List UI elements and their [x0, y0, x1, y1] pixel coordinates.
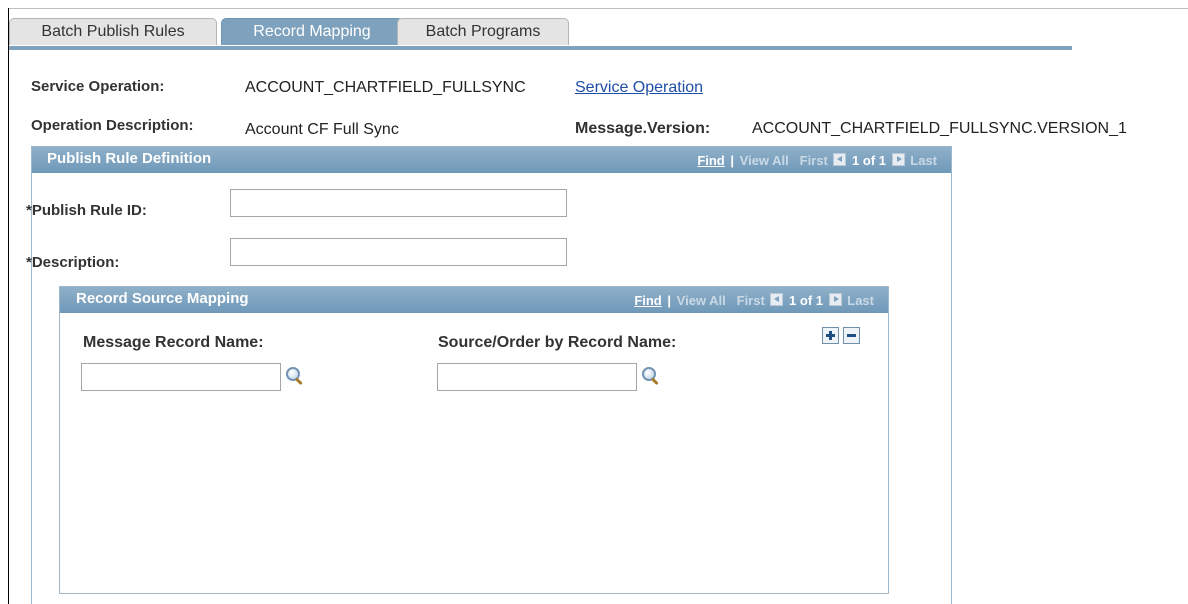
- arrow-right-icon[interactable]: [828, 293, 842, 306]
- arrow-right-icon[interactable]: [891, 153, 905, 166]
- publish-rule-last: Last: [910, 153, 937, 168]
- operation-description-label: Operation Description:: [31, 117, 194, 134]
- publish-rule-find-link[interactable]: Find: [697, 153, 724, 168]
- publish-rule-first: First: [799, 153, 828, 168]
- publish-rule-count: 1 of 1: [852, 153, 887, 168]
- service-operation-label: Service Operation:: [31, 78, 165, 95]
- publish-rule-nav: Find | View All First 1 of 1 Last: [697, 153, 937, 168]
- publish-rule-id-input[interactable]: [230, 189, 567, 217]
- tab-underline: [9, 46, 1072, 50]
- magnifier-icon[interactable]: [640, 366, 660, 386]
- publish-rule-definition-title: Publish Rule Definition: [47, 150, 212, 167]
- magnifier-icon[interactable]: [284, 366, 304, 386]
- source-record-name-input[interactable]: [437, 363, 637, 391]
- record-source-count: 1 of 1: [789, 293, 824, 308]
- message-record-name-label: Message Record Name:: [83, 334, 264, 351]
- operation-description-value: Account CF Full Sync: [245, 121, 399, 138]
- publish-rule-definition-header: Publish Rule Definition Find | View All …: [32, 147, 951, 173]
- record-source-mapping-group: Record Source Mapping Find | View All Fi…: [59, 286, 889, 594]
- record-source-find-link[interactable]: Find: [634, 293, 661, 308]
- add-row-button[interactable]: [822, 327, 839, 344]
- record-source-mapping-header: Record Source Mapping Find | View All Fi…: [60, 287, 888, 313]
- description-input[interactable]: [230, 238, 567, 266]
- message-record-name-input[interactable]: [81, 363, 281, 391]
- delete-row-button[interactable]: [843, 327, 860, 344]
- tab-batch-publish-rules[interactable]: Batch Publish Rules: [9, 18, 217, 45]
- page-left-border: [8, 8, 9, 604]
- record-source-mapping-title: Record Source Mapping: [76, 290, 249, 307]
- description-label: *Description:: [26, 254, 120, 271]
- record-source-nav: Find | View All First 1 of 1 Last: [634, 293, 874, 308]
- arrow-left-icon[interactable]: [770, 293, 784, 306]
- service-operation-link[interactable]: Service Operation: [575, 79, 703, 97]
- arrow-left-icon[interactable]: [833, 153, 847, 166]
- publish-rule-view-all: View All: [739, 153, 789, 168]
- message-version-value: ACCOUNT_CHARTFIELD_FULLSYNC.VERSION_1: [752, 120, 1127, 137]
- record-source-last: Last: [847, 293, 874, 308]
- record-source-view-all: View All: [676, 293, 726, 308]
- service-operation-value: ACCOUNT_CHARTFIELD_FULLSYNC: [245, 79, 526, 96]
- tab-batch-programs[interactable]: Batch Programs: [397, 18, 569, 45]
- source-record-name-label: Source/Order by Record Name:: [438, 334, 677, 351]
- page-top-border: [8, 8, 1188, 9]
- record-source-first: First: [736, 293, 765, 308]
- minus-icon: [847, 334, 856, 337]
- publish-rule-id-label: *Publish Rule ID:: [26, 202, 147, 219]
- message-version-label: Message.Version:: [575, 120, 711, 137]
- tab-record-mapping[interactable]: Record Mapping: [221, 18, 403, 45]
